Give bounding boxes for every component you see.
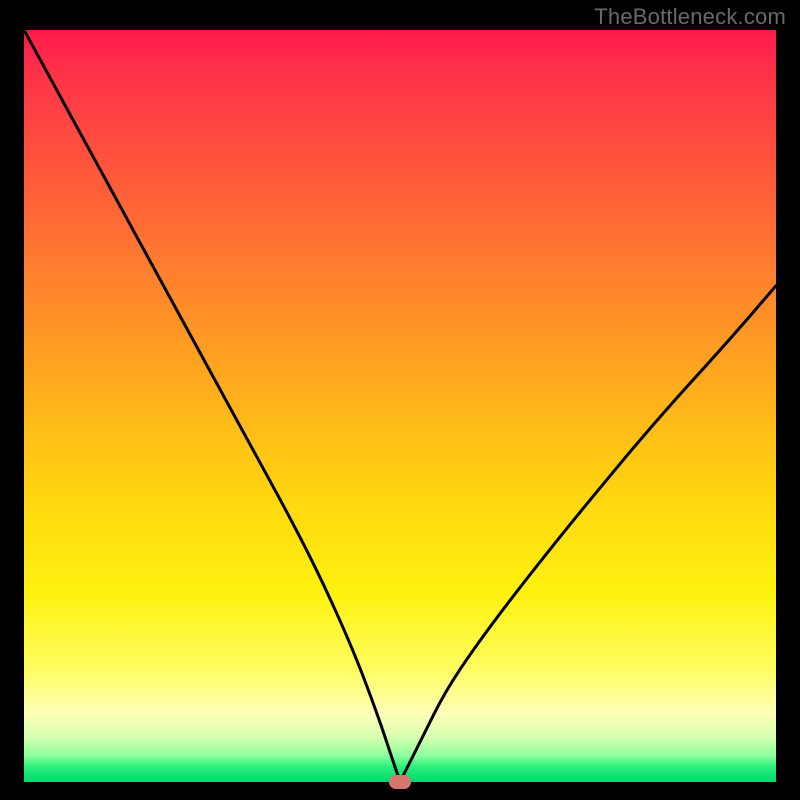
bottleneck-curve bbox=[24, 30, 776, 777]
optimal-point-marker bbox=[389, 775, 411, 789]
plot-area bbox=[24, 30, 776, 782]
chart-frame: TheBottleneck.com bbox=[0, 0, 800, 800]
watermark-text: TheBottleneck.com bbox=[594, 4, 786, 30]
curve-svg bbox=[24, 30, 776, 782]
